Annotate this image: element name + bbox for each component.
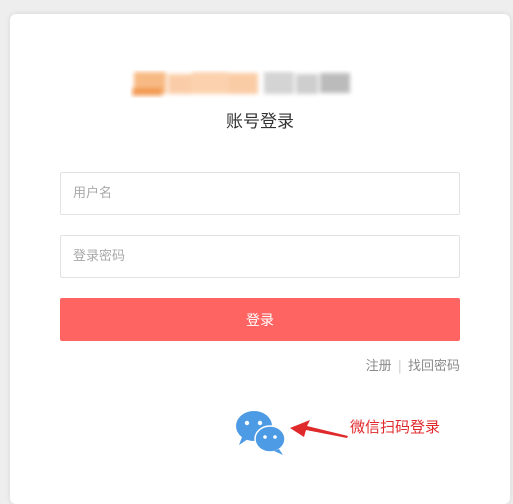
username-input[interactable] bbox=[61, 173, 459, 214]
wechat-login-annotation: 微信扫码登录 bbox=[350, 418, 441, 436]
link-separator: | bbox=[397, 359, 402, 374]
forgot-password-link[interactable]: 找回密码 bbox=[408, 359, 460, 374]
login-button[interactable]: 登录 bbox=[60, 298, 460, 341]
page-title: 账号登录 bbox=[226, 112, 294, 132]
password-field[interactable] bbox=[60, 235, 460, 278]
brand-logo bbox=[132, 72, 350, 96]
wechat-icon[interactable] bbox=[234, 410, 290, 456]
register-link[interactable]: 注册 bbox=[366, 359, 392, 374]
auth-links: 注册 | 找回密码 bbox=[366, 355, 460, 374]
username-field[interactable] bbox=[60, 172, 460, 215]
arrow-pointer-icon bbox=[290, 420, 348, 438]
password-input[interactable] bbox=[61, 236, 459, 277]
login-card: 账号登录 登录 注册 | 找回密码 微信扫码登录 bbox=[10, 14, 510, 504]
